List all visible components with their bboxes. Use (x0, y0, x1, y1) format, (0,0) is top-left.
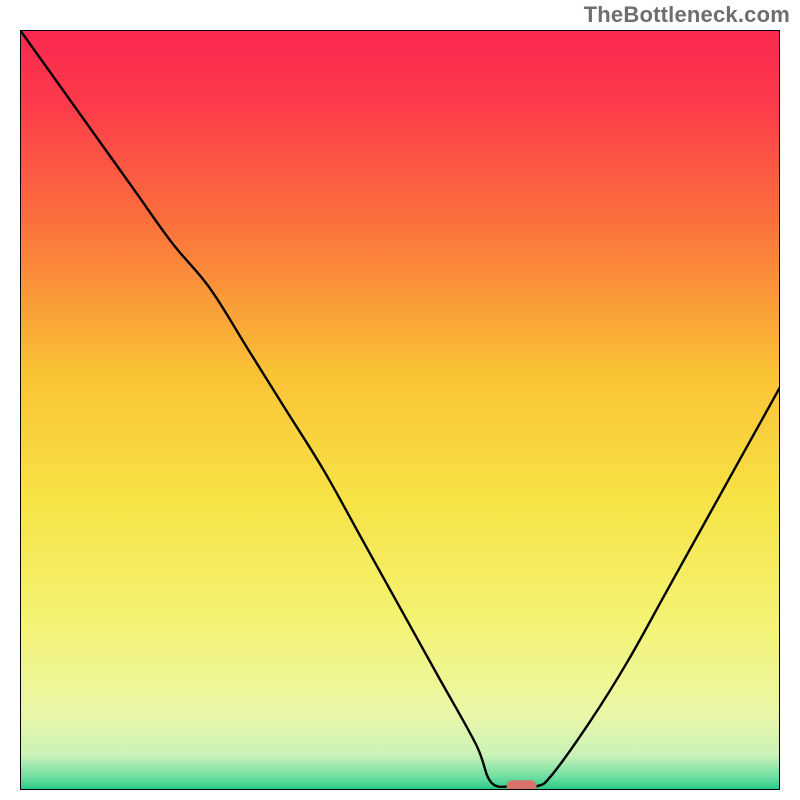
watermark-text: TheBottleneck.com (584, 2, 790, 28)
bottleneck-chart (20, 30, 780, 790)
chart-stage: TheBottleneck.com (0, 0, 800, 800)
optimal-point-marker (507, 780, 537, 790)
chart-svg (20, 30, 780, 790)
gradient-field (20, 30, 780, 790)
